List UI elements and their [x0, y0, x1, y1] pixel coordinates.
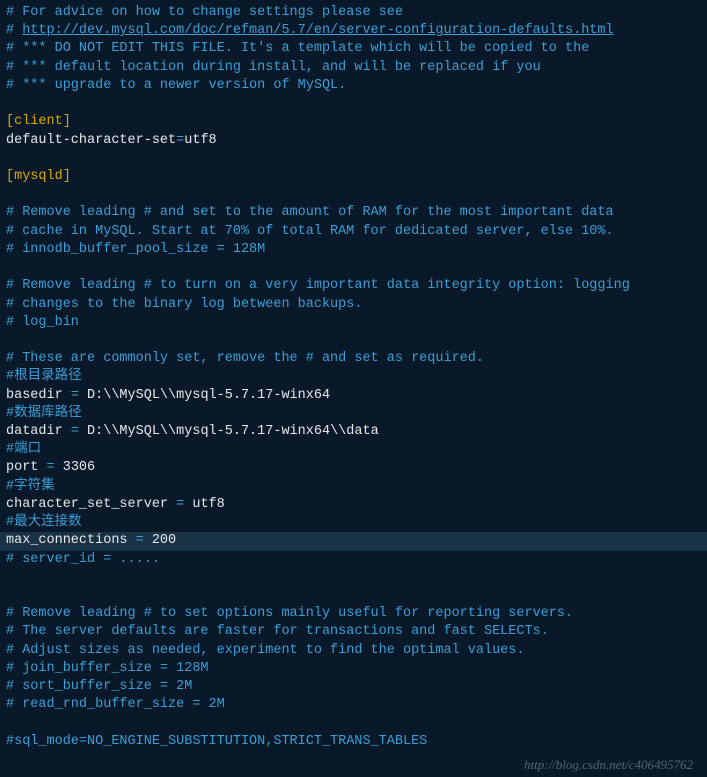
code-editor[interactable]: # For advice on how to change settings p… [6, 4, 701, 751]
kv-basedir: basedir = D:\\MySQL\\mysql-5.7.17-winx64 [6, 387, 701, 405]
config-doc-url[interactable]: http://dev.mysql.com/doc/refman/5.7/en/s… [22, 23, 613, 38]
kv-datadir: datadir = D:\\MySQL\\mysql-5.7.17-winx64… [6, 423, 701, 441]
comment-line: # read_rnd_buffer_size = 2M [6, 696, 701, 714]
comment-line: #sql_mode=NO_ENGINE_SUBSTITUTION,STRICT_… [6, 733, 701, 751]
watermark: http://blog.csdn.net/c406495762 [524, 756, 693, 774]
comment-line: # join_buffer_size = 128M [6, 660, 701, 678]
comment-line: # *** upgrade to a newer version of MySQ… [6, 77, 701, 95]
comment-line: # Remove leading # to set options mainly… [6, 605, 701, 623]
comment-line: # Remove leading # to turn on a very imp… [6, 277, 701, 295]
comment-line: # These are commonly set, remove the # a… [6, 350, 701, 368]
blank-line [6, 715, 701, 733]
kv-default-character-set: default-character-set=utf8 [6, 132, 701, 150]
comment-line: # server_id = ..... [6, 551, 701, 569]
section-mysqld: [mysqld] [6, 168, 701, 186]
comment-url-line: # http://dev.mysql.com/doc/refman/5.7/en… [6, 22, 701, 40]
blank-line [6, 332, 701, 350]
kv-port: port = 3306 [6, 459, 701, 477]
comment-line: #最大连接数 [6, 514, 701, 532]
blank-line [6, 259, 701, 277]
blank-line [6, 569, 701, 587]
comment-line: # cache in MySQL. Start at 70% of total … [6, 223, 701, 241]
comment-line: # Adjust sizes as needed, experiment to … [6, 642, 701, 660]
kv-max-connections: max_connections = 200 [6, 532, 701, 550]
comment-line: #端口 [6, 441, 701, 459]
blank-line [6, 587, 701, 605]
comment-line: # log_bin [6, 314, 701, 332]
comment-line: # Remove leading # and set to the amount… [6, 204, 701, 222]
blank-line [6, 186, 701, 204]
blank-line [6, 150, 701, 168]
comment-line: # For advice on how to change settings p… [6, 4, 701, 22]
comment-line: # changes to the binary log between back… [6, 296, 701, 314]
kv-character-set-server: character_set_server = utf8 [6, 496, 701, 514]
comment-line: #数据库路径 [6, 405, 701, 423]
comment-line: # *** default location during install, a… [6, 59, 701, 77]
highlighted-current-line: max_connections = 200 [0, 532, 707, 550]
blank-line [6, 95, 701, 113]
comment-line: # *** DO NOT EDIT THIS FILE. It's a temp… [6, 40, 701, 58]
section-client: [client] [6, 113, 701, 131]
comment-line: #字符集 [6, 478, 701, 496]
comment-line: #根目录路径 [6, 368, 701, 386]
comment-line: # The server defaults are faster for tra… [6, 623, 701, 641]
comment-line: # sort_buffer_size = 2M [6, 678, 701, 696]
comment-line: # innodb_buffer_pool_size = 128M [6, 241, 701, 259]
